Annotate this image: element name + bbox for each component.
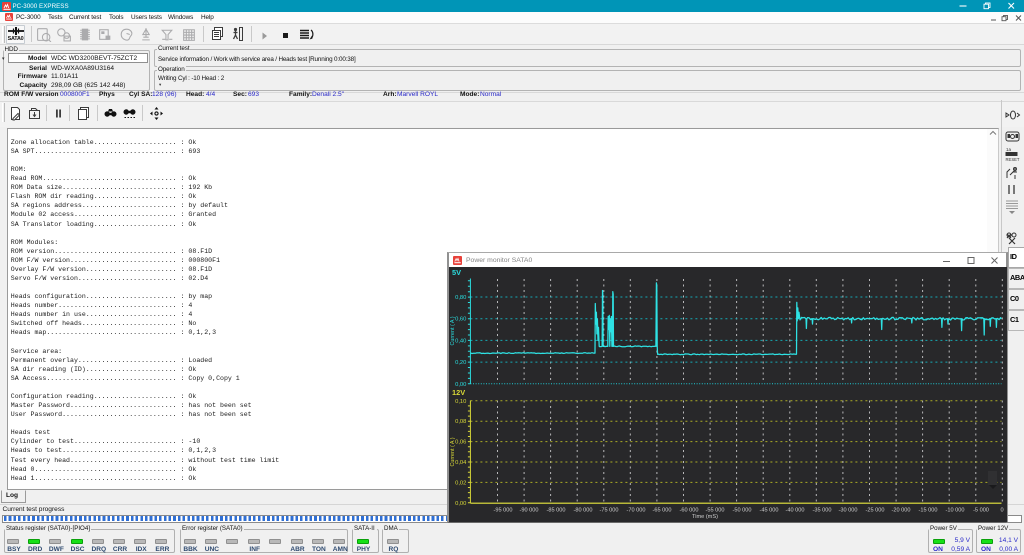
svg-text:Current ( A ): Current ( A ) (450, 316, 456, 345)
svg-text:Current ( A ): Current ( A ) (450, 437, 456, 466)
svg-text:RESET: RESET (1006, 157, 1020, 162)
svg-text:-95 000: -95 000 (494, 508, 513, 514)
svg-text:0,08: 0,08 (455, 419, 466, 425)
svg-text:-70 000: -70 000 (627, 508, 646, 514)
svg-text:-50 000: -50 000 (733, 508, 752, 514)
svg-text:-40 000: -40 000 (786, 508, 805, 514)
svg-text:-15 000: -15 000 (919, 508, 938, 514)
svg-text:Time (mS): Time (mS) (692, 514, 718, 520)
svg-text:0,06: 0,06 (455, 440, 466, 446)
svg-text:-65 000: -65 000 (653, 508, 672, 514)
svg-text:0,40: 0,40 (455, 338, 466, 344)
svg-text:-10 000: -10 000 (946, 508, 965, 514)
svg-text:0,00: 0,00 (455, 501, 466, 507)
svg-text:12V: 12V (452, 388, 465, 397)
svg-text:5V: 5V (452, 268, 461, 277)
svg-text:0,60: 0,60 (455, 317, 466, 323)
svg-text:-25 000: -25 000 (866, 508, 885, 514)
svg-text:0,04: 0,04 (455, 460, 467, 466)
svg-text:-30 000: -30 000 (839, 508, 858, 514)
svg-text:-90 000: -90 000 (520, 508, 539, 514)
svg-text:-35 000: -35 000 (813, 508, 832, 514)
svg-text:0,10: 0,10 (455, 399, 466, 405)
svg-text:0,80: 0,80 (455, 295, 466, 301)
svg-text:0: 0 (1000, 508, 1003, 514)
svg-text:-85 000: -85 000 (547, 508, 566, 514)
svg-text:-45 000: -45 000 (760, 508, 779, 514)
svg-text:-60 000: -60 000 (680, 508, 699, 514)
svg-text:1a: 1a (1006, 147, 1012, 152)
svg-text:0,02: 0,02 (455, 480, 466, 486)
svg-text:-5 000: -5 000 (973, 508, 989, 514)
svg-text:-75 000: -75 000 (600, 508, 619, 514)
svg-text:0,00: 0,00 (455, 382, 466, 388)
svg-text:-80 000: -80 000 (574, 508, 593, 514)
svg-text:-55 000: -55 000 (706, 508, 725, 514)
svg-text:0,20: 0,20 (455, 360, 466, 366)
svg-text:-20 000: -20 000 (892, 508, 911, 514)
